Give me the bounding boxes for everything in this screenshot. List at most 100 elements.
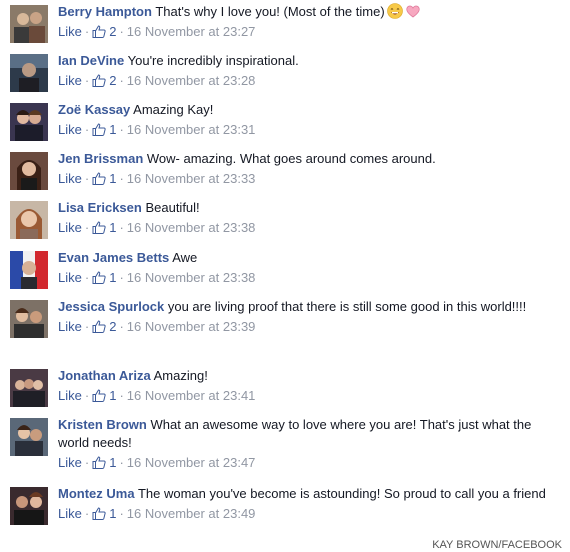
comment-text: Awe xyxy=(172,250,198,265)
separator-dot: · xyxy=(119,455,124,470)
comment-body: Jen Brissman Wow- amazing. What goes aro… xyxy=(58,150,558,188)
commenter-name[interactable]: Zoë Kassay xyxy=(58,102,130,117)
avatar[interactable] xyxy=(10,418,48,456)
comment-body: Evan James Betts Awe Like · 1 · 16 November … xyxy=(58,249,558,287)
thumbs-up-icon[interactable] xyxy=(92,172,106,185)
like-link[interactable]: Like xyxy=(58,506,82,521)
comment-body: Ian DeVine You're incredibly inspiration… xyxy=(58,52,558,90)
commenter-name[interactable]: Ian DeVine xyxy=(58,53,124,68)
laughing-face-icon xyxy=(386,3,403,19)
thumbs-up-icon[interactable] xyxy=(92,25,106,38)
thumbs-up-icon[interactable] xyxy=(92,456,106,469)
timestamp[interactable]: 16 November at 23:27 xyxy=(127,24,256,39)
timestamp[interactable]: 16 November at 23:47 xyxy=(127,455,256,470)
like-link[interactable]: Like xyxy=(58,171,82,186)
avatar[interactable] xyxy=(10,369,48,407)
comment-text: You're incredibly inspirational. xyxy=(127,53,299,68)
commenter-name[interactable]: Jen Brissman xyxy=(58,151,143,166)
thumbs-up-icon[interactable] xyxy=(92,271,106,284)
timestamp[interactable]: 16 November at 23:38 xyxy=(127,270,256,285)
thumbs-up-icon[interactable] xyxy=(92,221,106,234)
commenter-name[interactable]: Montez Uma xyxy=(58,486,135,501)
like-link[interactable]: Like xyxy=(58,220,82,235)
comment-meta: Like · 1 · 16 November at 23:49 xyxy=(58,505,558,523)
timestamp[interactable]: 16 November at 23:33 xyxy=(127,171,256,186)
comment-meta: Like · 1 · 16 November at 23:33 xyxy=(58,170,558,188)
comment-text: Beautiful! xyxy=(145,200,200,215)
comment-meta: Like · 1 · 16 November at 23:41 xyxy=(58,387,558,405)
photo-credit: KAY BROWN/FACEBOOK xyxy=(428,538,566,552)
like-link[interactable]: Like xyxy=(58,388,82,403)
like-count[interactable]: 1 xyxy=(109,506,116,521)
separator-dot: · xyxy=(84,388,90,403)
commenter-name[interactable]: Kristen Brown xyxy=(58,417,147,432)
avatar[interactable] xyxy=(10,251,48,289)
like-link[interactable]: Like xyxy=(58,455,82,470)
comment-body: Berry Hampton That's why I love you! (Mo… xyxy=(58,3,558,41)
separator-dot: · xyxy=(119,171,124,186)
like-count[interactable]: 1 xyxy=(109,455,116,470)
thumbs-up-icon[interactable] xyxy=(92,320,106,333)
like-count[interactable]: 1 xyxy=(109,388,116,403)
thumbs-up-icon[interactable] xyxy=(92,123,106,136)
separator-dot: · xyxy=(119,122,124,137)
like-count[interactable]: 1 xyxy=(109,122,116,137)
pink-heart-icon xyxy=(405,3,421,19)
comment-meta: Like · 1 · 16 November at 23:47 xyxy=(58,454,558,472)
timestamp[interactable]: 16 November at 23:39 xyxy=(127,319,256,334)
comment-meta: Like · 2 · 16 November at 23:39 xyxy=(58,318,558,336)
timestamp[interactable]: 16 November at 23:31 xyxy=(127,122,256,137)
timestamp[interactable]: 16 November at 23:49 xyxy=(127,506,256,521)
comment-body: Montez Uma The woman you've become is as… xyxy=(58,485,558,523)
like-count[interactable]: 1 xyxy=(109,270,116,285)
commenter-name[interactable]: Jonathan Ariza xyxy=(58,368,151,383)
separator-dot: · xyxy=(84,506,90,521)
comment-meta: Like · 2 · 16 November at 23:28 xyxy=(58,72,558,90)
commenter-name[interactable]: Lisa Ericksen xyxy=(58,200,142,215)
like-count[interactable]: 2 xyxy=(109,24,116,39)
like-count[interactable]: 1 xyxy=(109,220,116,235)
separator-dot: · xyxy=(84,24,90,39)
like-link[interactable]: Like xyxy=(58,24,82,39)
like-link[interactable]: Like xyxy=(58,319,82,334)
like-count[interactable]: 1 xyxy=(109,171,116,186)
avatar[interactable] xyxy=(10,5,48,43)
separator-dot: · xyxy=(84,171,90,186)
avatar[interactable] xyxy=(10,152,48,190)
commenter-name[interactable]: Evan James Betts xyxy=(58,250,169,265)
comment-body: Lisa Ericksen Beautiful! Like · 1 · 16 Novem… xyxy=(58,199,558,237)
separator-dot: · xyxy=(119,220,124,235)
timestamp[interactable]: 16 November at 23:28 xyxy=(127,73,256,88)
separator-dot: · xyxy=(119,73,124,88)
like-link[interactable]: Like xyxy=(58,270,82,285)
separator-dot: · xyxy=(119,506,124,521)
comment-text: Wow- amazing. What goes around comes aro… xyxy=(146,151,436,166)
comment-meta: Like · 1 · 16 November at 23:38 xyxy=(58,269,558,287)
timestamp[interactable]: 16 November at 23:38 xyxy=(127,220,256,235)
like-count[interactable]: 2 xyxy=(109,73,116,88)
separator-dot: · xyxy=(84,122,90,137)
comment-text: That's why I love you! (Most of the time… xyxy=(155,4,385,19)
commenter-name[interactable]: Berry Hampton xyxy=(58,4,152,19)
thumbs-up-icon[interactable] xyxy=(92,507,106,520)
separator-dot: · xyxy=(119,270,124,285)
avatar[interactable] xyxy=(10,300,48,338)
separator-dot: · xyxy=(119,24,124,39)
separator-dot: · xyxy=(119,388,124,403)
separator-dot: · xyxy=(84,319,90,334)
like-link[interactable]: Like xyxy=(58,73,82,88)
avatar[interactable] xyxy=(10,103,48,141)
comment-body: Zoë Kassay Amazing Kay! Like · 1 · 16 Novemb… xyxy=(58,101,558,139)
timestamp[interactable]: 16 November at 23:41 xyxy=(127,388,256,403)
commenter-name[interactable]: Jessica Spurlock xyxy=(58,299,164,314)
thumbs-up-icon[interactable] xyxy=(92,74,106,87)
separator-dot: · xyxy=(84,73,90,88)
separator-dot: · xyxy=(84,220,90,235)
avatar[interactable] xyxy=(10,487,48,525)
like-link[interactable]: Like xyxy=(58,122,82,137)
thumbs-up-icon[interactable] xyxy=(92,389,106,402)
like-count[interactable]: 2 xyxy=(109,319,116,334)
avatar[interactable] xyxy=(10,201,48,239)
avatar[interactable] xyxy=(10,54,48,92)
comment-body: Jessica Spurlock you are living proof th… xyxy=(58,298,558,336)
